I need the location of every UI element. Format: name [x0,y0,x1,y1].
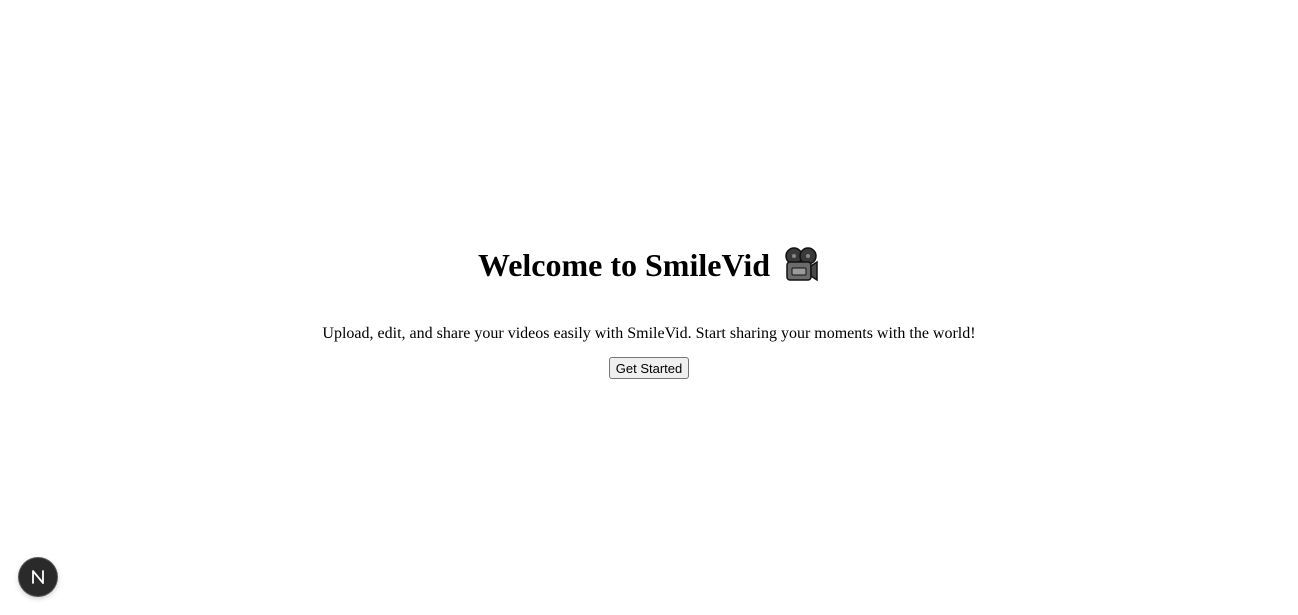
hero-subtitle: Upload, edit, and share your videos easi… [322,324,976,342]
nextjs-dev-indicator-button[interactable] [19,558,57,596]
page: Welcome to SmileVid Upload, edit, and sh… [0,0,1298,615]
movie-camera-icon [782,246,820,284]
hero-section: Welcome to SmileVid Upload, edit, and sh… [0,0,1298,615]
title-row: Welcome to SmileVid [478,246,820,284]
nextjs-logo-icon [32,570,44,584]
get-started-button[interactable]: Get Started [608,357,690,380]
page-title: Welcome to SmileVid [477,246,771,283]
